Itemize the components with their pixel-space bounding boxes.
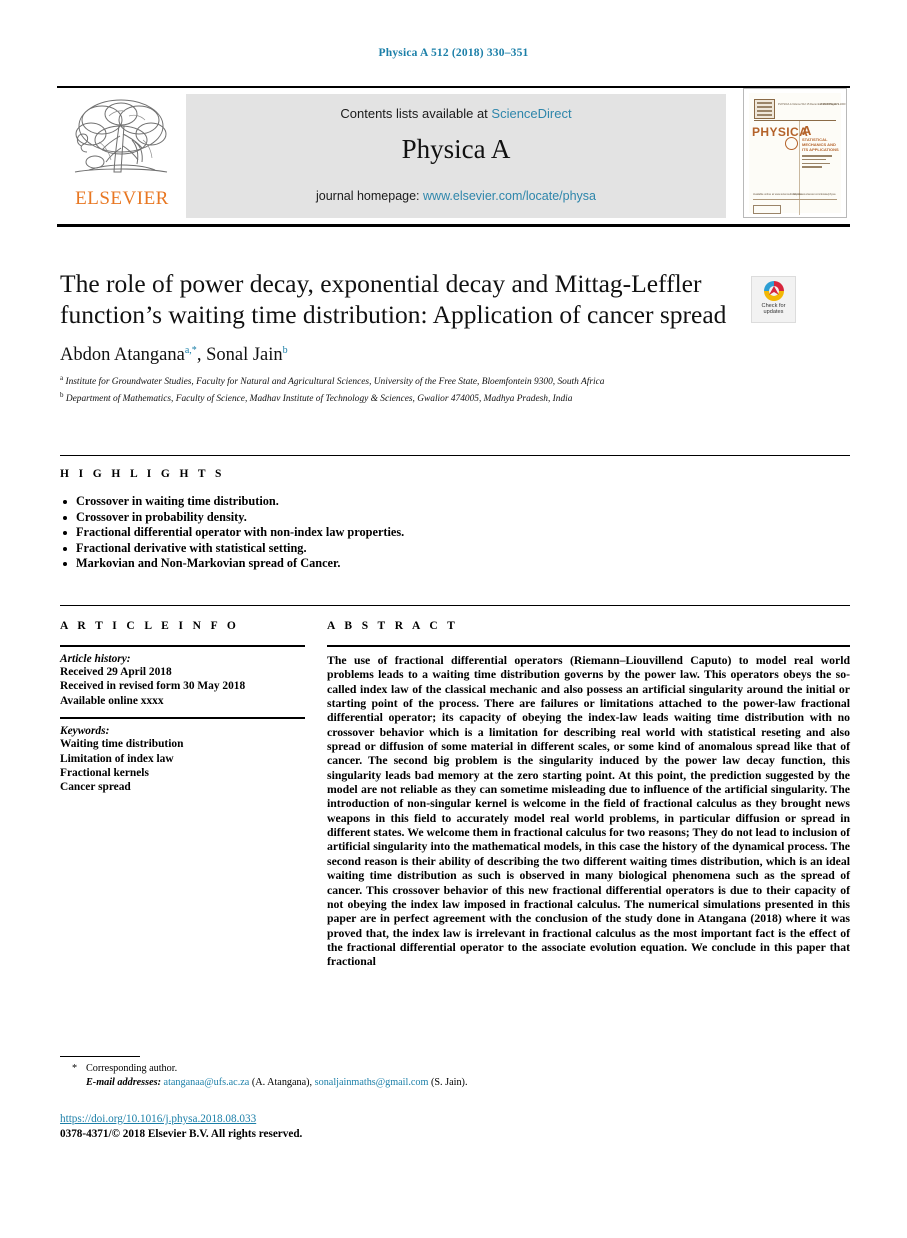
affiliation-mark-b: b: [60, 390, 64, 399]
journal-cover-thumbnail[interactable]: PHYSICA A Volume 512 15 December 2018 Pa…: [743, 88, 847, 218]
email-owner-1: (A. Atangana),: [249, 1076, 315, 1088]
highlight-item: Fractional derivative with statistical s…: [60, 541, 850, 557]
cover-header-bar: PHYSICA A Volume 512 15 December 2018 Pa…: [754, 98, 845, 121]
crossmark-line2: updates: [763, 309, 784, 316]
email-link-1[interactable]: atanganaa@ufs.ac.za: [164, 1077, 250, 1088]
author-name-2[interactable]: Sonal Jain: [206, 345, 283, 365]
abstract-text: The use of fractional differential opera…: [327, 654, 850, 969]
cover-issn-text: ISSN 0378-4371: [820, 103, 840, 106]
abstract-label: A B S T R A C T: [327, 620, 459, 632]
article-history-item: Available online xxxx: [60, 694, 164, 707]
info-top-rule: [60, 605, 850, 606]
keyword-item: Limitation of index law: [60, 752, 174, 765]
highlights-section: H I G H L I G H T S Crossover in waiting…: [60, 468, 850, 572]
email-line: E-mail addresses: atanganaa@ufs.ac.za (A…: [60, 1076, 850, 1090]
highlights-label: H I G H L I G H T S: [60, 468, 225, 480]
cover-title: PHYSICA: [752, 125, 809, 139]
cover-footer-rule: [753, 199, 837, 200]
keyword-item: Cancer spread: [60, 781, 131, 794]
highlight-item: Crossover in probability density.: [60, 510, 850, 526]
footnote-rule: [60, 1056, 140, 1057]
author-name-1[interactable]: Abdon Atangana: [60, 345, 185, 365]
highlight-item: Fractional differential operator with no…: [60, 525, 850, 541]
keywords-heading: Keywords:: [60, 725, 110, 738]
footnote-section: * Corresponding author. E-mail addresses:…: [60, 1062, 850, 1089]
highlight-item: Markovian and Non-Markovian spread of Ca…: [60, 556, 850, 572]
homepage-prefix: journal homepage:: [315, 189, 424, 203]
contents-available-line: Contents lists available at ScienceDirec…: [186, 106, 726, 121]
cover-letter: A: [802, 123, 812, 138]
page-title: The role of power decay, exponential dec…: [60, 269, 727, 329]
email-owner-2: (S. Jain).: [428, 1076, 468, 1088]
article-info-rule-2: [60, 717, 305, 720]
affiliation-list: a Institute for Groundwater Studies, Fac…: [60, 372, 850, 405]
cover-inner: PHYSICA A Volume 512 15 December 2018 Pa…: [749, 93, 845, 215]
keyword-item: Fractional kernels: [60, 767, 149, 780]
email-label: E-mail addresses:: [86, 1076, 161, 1088]
article-history-heading: Article history:: [60, 653, 131, 665]
elsevier-logo: ELSEVIER: [61, 96, 183, 218]
article-info-section: A R T I C L E I N F O Article history: R…: [60, 620, 305, 795]
journal-masthead: ELSEVIER Contents lists available at Sci…: [57, 86, 850, 227]
cover-emblem-icon: [785, 137, 798, 150]
highlight-item: Crossover in waiting time distribution.: [60, 494, 850, 510]
article-history-item: Received 29 April 2018: [60, 666, 172, 678]
corresponding-author-line: * Corresponding author.: [60, 1062, 850, 1076]
highlights-list: Crossover in waiting time distribution. …: [60, 494, 850, 572]
crossmark-text: Check for updates: [752, 303, 795, 316]
elsevier-wordmark: ELSEVIER: [75, 188, 169, 209]
abstract-section: A B S T R A C T The use of fractional di…: [327, 620, 850, 970]
author-mark-2: b: [282, 345, 288, 356]
contents-band: Contents lists available at ScienceDirec…: [186, 94, 726, 218]
cover-subtitle: STATISTICAL MECHANICS AND ITS APPLICATIO…: [802, 137, 839, 152]
keyword-item: Waiting time distribution: [60, 738, 184, 751]
title-block: The role of power decay, exponential dec…: [60, 268, 740, 405]
cover-editor-list: [802, 155, 842, 170]
elsevier-tree-icon: [74, 99, 168, 173]
author-mark-1: a,*: [184, 345, 197, 356]
article-history-item: Received in revised form 30 May 2018: [60, 680, 246, 693]
affiliation-a: a Institute for Groundwater Studies, Fac…: [60, 372, 850, 389]
corresponding-author-marker: *: [72, 1063, 78, 1074]
masthead-bottom-rule: [57, 224, 850, 227]
contents-prefix: Contents lists available at: [340, 106, 492, 121]
author-list: Abdon Atanganaa,*, Sonal Jainb: [60, 345, 288, 366]
article-first-page: Physica A 512 (2018) 330–351 ELSEVIER Co…: [0, 0, 907, 1238]
crossmark-icon: [763, 281, 784, 301]
abstract-rule: [327, 645, 850, 647]
affiliation-mark-a: a: [60, 374, 64, 383]
article-info-label: A R T I C L E I N F O: [60, 620, 240, 632]
highlights-top-rule: [60, 455, 850, 456]
affiliation-text-b: Department of Mathematics, Faculty of Sc…: [65, 393, 573, 404]
crossmark-badge[interactable]: Check for updates: [751, 276, 796, 323]
masthead-top-rule: [57, 86, 850, 88]
cover-url-text: http://www.elsevier.com/locate/physa: [793, 193, 836, 196]
doi-section: https://doi.org/10.1016/j.physa.2018.08.…: [60, 1112, 560, 1141]
corresponding-author-text: Corresponding author.: [86, 1063, 178, 1074]
journal-homepage-link[interactable]: www.elsevier.com/locate/physa: [423, 189, 596, 203]
running-head: Physica A 512 (2018) 330–351: [378, 47, 529, 59]
sciencedirect-link[interactable]: ScienceDirect: [491, 106, 571, 121]
journal-title: Physica A: [401, 134, 511, 164]
doi-link[interactable]: https://doi.org/10.1016/j.physa.2018.08.…: [60, 1112, 560, 1127]
email-link-2[interactable]: sonaljainmaths@gmail.com: [315, 1077, 429, 1088]
affiliation-b: b Department of Mathematics, Faculty of …: [60, 389, 850, 406]
journal-homepage-line: journal homepage: www.elsevier.com/locat…: [186, 189, 726, 203]
affiliation-text-a: Institute for Groundwater Studies, Facul…: [65, 377, 605, 388]
cover-logo-box: [753, 205, 781, 214]
article-info-rule-1: [60, 645, 305, 647]
cover-stamp-icon: [754, 99, 775, 119]
copyright-line: 0378-4371/© 2018 Elsevier B.V. All right…: [60, 1127, 303, 1140]
